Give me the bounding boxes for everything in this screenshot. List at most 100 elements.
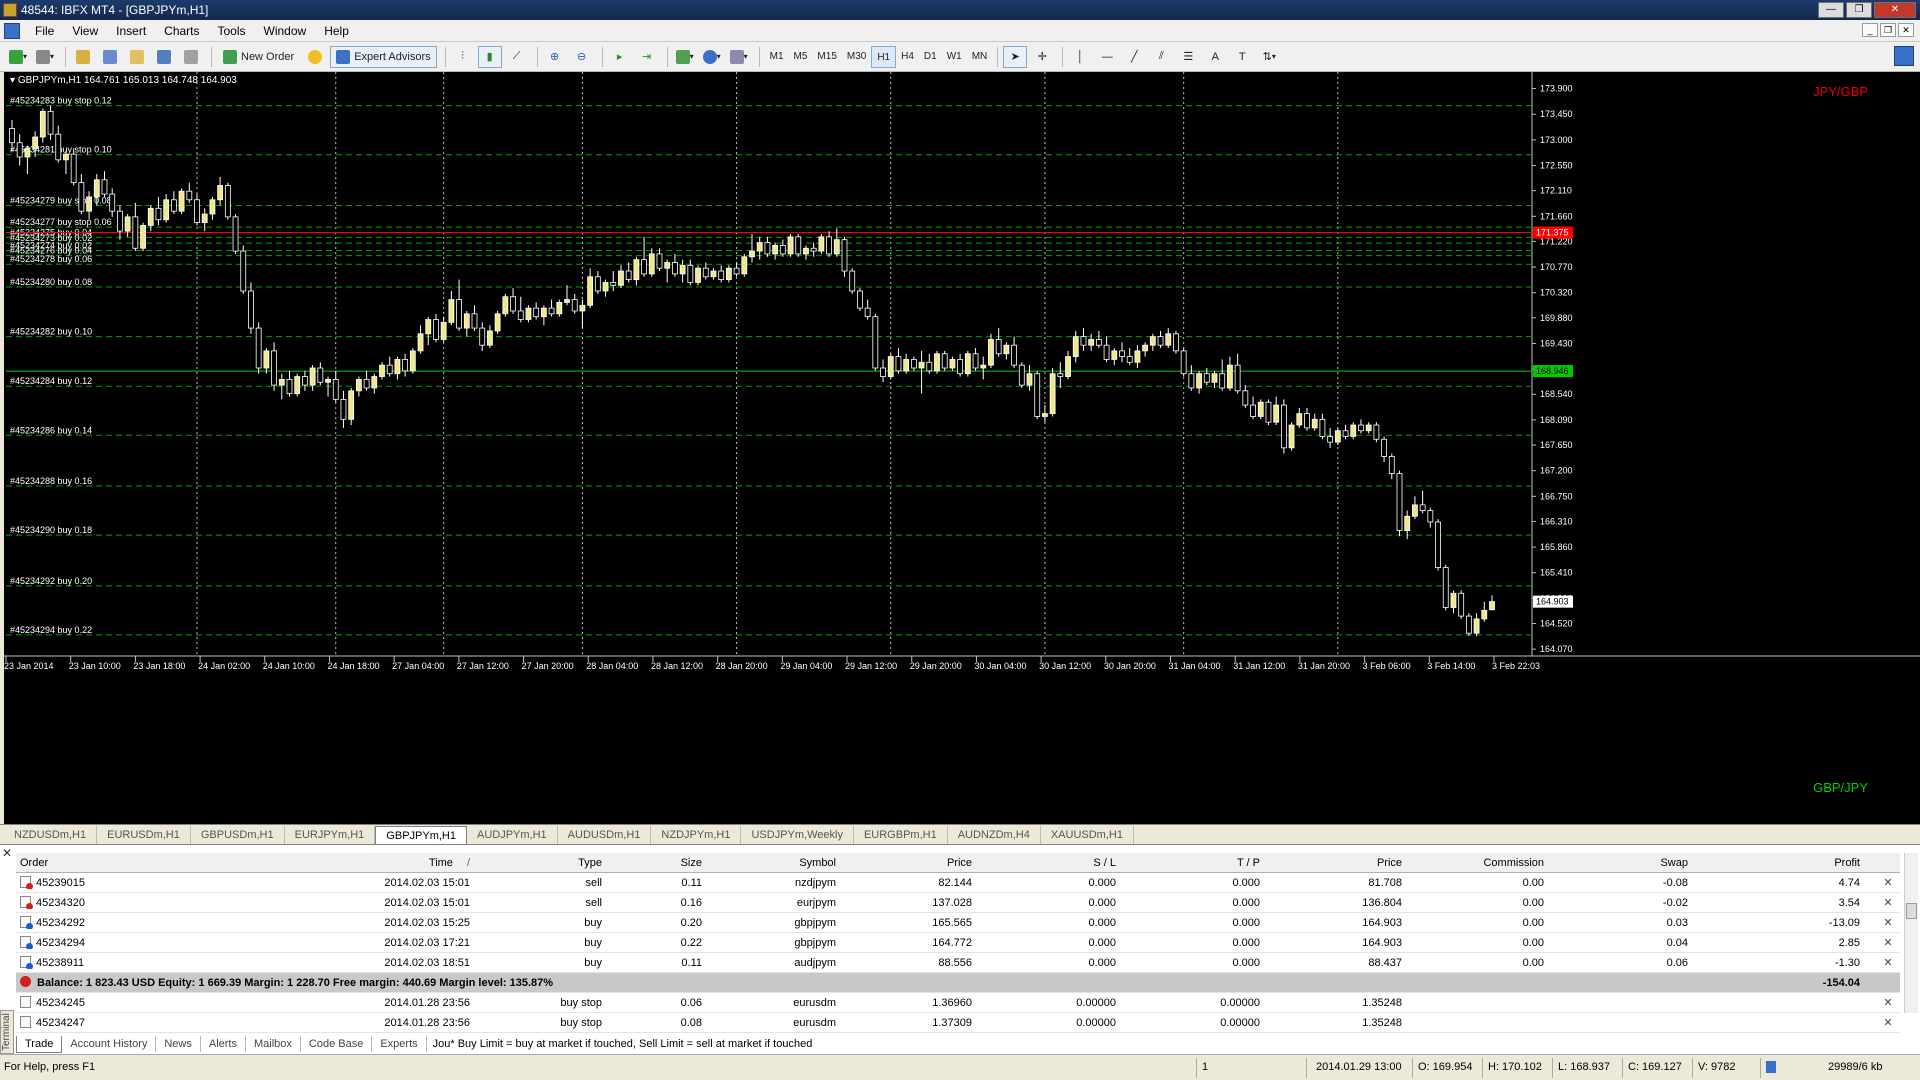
close-order-icon[interactable]: ✕ <box>1882 916 1894 929</box>
tab-gbpusdm-h1[interactable]: GBPUSDm,H1 <box>191 825 285 844</box>
minimize-icon[interactable]: — <box>1818 2 1844 18</box>
menu-charts[interactable]: Charts <box>155 20 208 42</box>
tab-audusdm-h1[interactable]: AUDUSDm,H1 <box>558 825 652 844</box>
terminal-scrollbar[interactable] <box>1904 853 1918 1013</box>
tab-nzdusdm-h1[interactable]: NZDUSDm,H1 <box>4 825 98 844</box>
tab-news[interactable]: News <box>156 1036 201 1052</box>
tab-xauusdm-h1[interactable]: XAUUSDm,H1 <box>1041 825 1134 844</box>
col-order[interactable]: Order <box>20 857 200 869</box>
balance-row[interactable]: Balance: 1 823.43 USD Equity: 1 669.39 M… <box>16 973 1900 993</box>
autoscroll-button[interactable]: ▸ <box>608 46 632 68</box>
menu-insert[interactable]: Insert <box>107 20 155 42</box>
terminal-button[interactable] <box>152 46 176 68</box>
timeframe-h4[interactable]: H4 <box>896 46 919 68</box>
table-row[interactable]: 45239015 2014.02.03 15:01 sell 0.11 nzdj… <box>16 873 1900 893</box>
arrows-button[interactable]: ⇅ ▾ <box>1257 46 1281 68</box>
timeframe-m30[interactable]: M30 <box>842 46 871 68</box>
tab-alerts[interactable]: Alerts <box>201 1036 246 1052</box>
menu-window[interactable]: Window <box>255 20 316 42</box>
bar-chart-button[interactable]: ⫶ <box>451 46 475 68</box>
col-profit[interactable]: Profit <box>1692 857 1860 869</box>
strategy-tester-button[interactable] <box>179 46 203 68</box>
chart-document-icon[interactable] <box>4 22 20 39</box>
metaeditor-button[interactable] <box>303 46 327 68</box>
templates-button[interactable]: ▾ <box>727 46 751 68</box>
crosshair-button[interactable]: ✛ <box>1030 46 1054 68</box>
mdi-close-icon[interactable]: ✕ <box>1898 23 1914 37</box>
text-label-button[interactable]: T <box>1230 46 1254 68</box>
menu-help[interactable]: Help <box>315 20 358 42</box>
col-type[interactable]: Type <box>476 857 602 869</box>
expert-advisors-button[interactable]: Expert Advisors <box>330 45 437 68</box>
table-row[interactable]: 45234320 2014.02.03 15:01 sell 0.16 eurj… <box>16 893 1900 913</box>
menu-view[interactable]: View <box>63 20 107 42</box>
close-icon[interactable]: ✕ <box>1874 2 1916 18</box>
navigator-button[interactable] <box>98 46 122 68</box>
timeframe-h1[interactable]: H1 <box>871 45 897 68</box>
delete-order-icon[interactable]: ✕ <box>1882 996 1894 1009</box>
profiles-button[interactable]: ▾ <box>33 46 57 68</box>
zoom-in-button[interactable]: ⊕ <box>543 46 567 68</box>
tab-audnzdm-h4[interactable]: AUDNZDm,H4 <box>948 825 1041 844</box>
new-order-button[interactable]: New Order <box>217 46 300 68</box>
tab-account-history[interactable]: Account History <box>62 1036 157 1052</box>
chart-canvas[interactable]: #45234283 buy stop 0.12#45234281 buy sto… <box>4 72 1920 824</box>
table-row[interactable]: 45234294 2014.02.03 17:21 buy 0.22 gbpjp… <box>16 933 1900 953</box>
zoom-out-button[interactable]: ⊖ <box>570 46 594 68</box>
col-commission[interactable]: Commission <box>1406 857 1544 869</box>
scrollbar-thumb[interactable] <box>1906 903 1917 919</box>
timeframe-mn[interactable]: MN <box>967 46 993 68</box>
periods-button[interactable]: ▾ <box>700 46 724 68</box>
mdi-restore-icon[interactable]: ❐ <box>1880 23 1896 37</box>
tab-gbpjpym-h1[interactable]: GBPJPYm,H1 <box>375 825 467 844</box>
timeframe-m5[interactable]: M5 <box>789 46 813 68</box>
col-sl[interactable]: S / L <box>976 857 1116 869</box>
tab-eurjpym-h1[interactable]: EURJPYm,H1 <box>285 825 376 844</box>
col-swap[interactable]: Swap <box>1550 857 1688 869</box>
tab-trade[interactable]: Trade <box>16 1035 63 1053</box>
equidistant-channel-button[interactable]: ⫽ <box>1149 46 1173 68</box>
chart-shift-button[interactable]: ⇥ <box>635 46 659 68</box>
col-current-price[interactable]: Price <box>1264 857 1402 869</box>
market-watch-button[interactable] <box>71 46 95 68</box>
col-price[interactable]: Price <box>842 857 972 869</box>
cursor-button[interactable]: ➤ <box>1003 45 1028 68</box>
tab-eurusdm-h1[interactable]: EURUSDm,H1 <box>97 825 191 844</box>
col-tp[interactable]: T / P <box>1120 857 1260 869</box>
timeframe-m1[interactable]: M1 <box>765 46 789 68</box>
tab-code-base[interactable]: Code Base <box>301 1036 373 1052</box>
indicators-button[interactable]: ▾ <box>673 46 697 68</box>
table-row[interactable]: 45234245 2014.01.28 23:56 buy stop 0.06 … <box>16 993 1900 1013</box>
col-size[interactable]: Size <box>606 857 702 869</box>
timeframe-d1[interactable]: D1 <box>919 46 942 68</box>
chat-icon[interactable] <box>1894 46 1914 66</box>
timeframe-w1[interactable]: W1 <box>942 46 967 68</box>
close-order-icon[interactable]: ✕ <box>1882 896 1894 909</box>
tab-experts[interactable]: Experts <box>372 1036 427 1052</box>
menu-tools[interactable]: Tools <box>209 20 255 42</box>
terminal-close-icon[interactable]: ✕ <box>2 847 14 859</box>
trendline-button[interactable]: ╱ <box>1122 46 1146 68</box>
status-profile[interactable]: 1 <box>1202 1061 1208 1073</box>
line-chart-button[interactable]: ⟋ <box>505 46 529 68</box>
tab-usdjpym-weekly[interactable]: USDJPYm,Weekly <box>741 825 854 844</box>
horizontal-line-button[interactable]: — <box>1095 46 1119 68</box>
data-window-button[interactable] <box>125 46 149 68</box>
close-order-icon[interactable]: ✕ <box>1882 956 1894 969</box>
tab-mailbox[interactable]: Mailbox <box>246 1036 301 1052</box>
delete-order-icon[interactable]: ✕ <box>1882 1016 1894 1029</box>
tab-eurgbpm-h1[interactable]: EURGBPm,H1 <box>854 825 948 844</box>
col-symbol[interactable]: Symbol <box>706 857 836 869</box>
new-chart-button[interactable]: ▾ <box>6 46 30 68</box>
tab-nzdjpym-h1[interactable]: NZDJPYm,H1 <box>651 825 742 844</box>
price-chart[interactable]: #45234283 buy stop 0.12 #45234281 buy sto… <box>4 72 1920 824</box>
close-order-icon[interactable]: ✕ <box>1882 936 1894 949</box>
tab-audjpym-h1[interactable]: AUDJPYm,H1 <box>467 825 558 844</box>
table-row[interactable]: 45234292 2014.02.03 15:25 buy 0.20 gbpjp… <box>16 913 1900 933</box>
maximize-icon[interactable]: ❐ <box>1846 2 1872 18</box>
menu-file[interactable]: File <box>26 20 63 42</box>
vertical-line-button[interactable]: │ <box>1068 46 1092 68</box>
close-order-icon[interactable]: ✕ <box>1882 876 1894 889</box>
connection-icon[interactable] <box>1766 1061 1776 1073</box>
fibonacci-button[interactable]: ☰ <box>1176 46 1200 68</box>
